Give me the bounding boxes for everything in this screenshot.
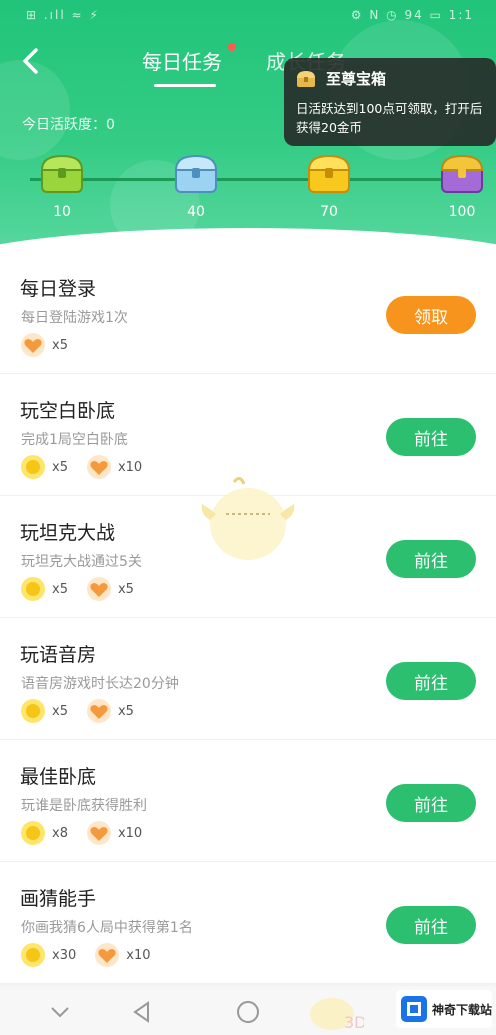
task-rewards: x30 x10 bbox=[20, 942, 151, 968]
activity-score: 今日活跃度：0 bbox=[22, 117, 115, 133]
task-title: 玩坦克大战 bbox=[20, 522, 116, 544]
task-item: 每日登录 每日登陆游戏1次 x5 领取 bbox=[0, 252, 496, 374]
progress-track bbox=[30, 178, 470, 181]
reward-count: x5 bbox=[52, 703, 68, 719]
chest-icon bbox=[297, 70, 315, 87]
goto-button[interactable]: 前往 bbox=[386, 906, 476, 944]
task-rewards: x5 x10 bbox=[20, 454, 142, 480]
task-item: 最佳卧底 玩谁是卧底获得胜利 x8 x10 前往 bbox=[0, 740, 496, 862]
reward-count: x30 bbox=[52, 947, 77, 963]
milestone-label: 100 bbox=[448, 204, 476, 220]
milestone-label: 70 bbox=[320, 204, 338, 220]
reward-item: x5 bbox=[86, 698, 134, 724]
tab-active-indicator bbox=[154, 84, 216, 87]
task-description: 每日登陆游戏1次 bbox=[21, 310, 128, 326]
task-rewards: x8 x10 bbox=[20, 820, 142, 846]
header-banner: ⊞ .ıll ≈ ⚡ ⚙ N ◷ 94 ▭ 1:1 每日任务 成长任务 今日活跃… bbox=[0, 0, 496, 260]
task-title: 玩空白卧底 bbox=[20, 400, 116, 422]
heart-icon bbox=[86, 577, 111, 601]
claim-button[interactable]: 领取 bbox=[386, 296, 476, 334]
reward-item: x8 bbox=[20, 820, 68, 846]
mascot-watermark-icon bbox=[201, 477, 295, 560]
heart-icon bbox=[86, 821, 111, 845]
back-arrow-icon bbox=[23, 48, 38, 74]
goto-button[interactable]: 前往 bbox=[386, 784, 476, 822]
task-rewards: x5 x5 bbox=[20, 698, 134, 724]
green-chest-icon[interactable] bbox=[38, 152, 86, 196]
task-item: 玩语音房 语音房游戏时长达20分钟 x5 x5 前往 bbox=[0, 618, 496, 740]
coin-icon bbox=[21, 577, 45, 601]
blue-chest-icon[interactable] bbox=[172, 152, 220, 196]
tab-daily-tasks[interactable]: 每日任务 bbox=[142, 46, 222, 75]
milestone-label: 10 bbox=[53, 204, 71, 220]
task-rewards: x5 bbox=[20, 332, 68, 358]
task-title: 最佳卧底 bbox=[20, 766, 97, 788]
reward-item: x5 bbox=[20, 332, 68, 358]
heart-icon bbox=[95, 943, 120, 967]
reward-count: x5 bbox=[117, 581, 134, 597]
goto-button[interactable]: 前往 bbox=[386, 662, 476, 700]
reward-count: x5 bbox=[52, 581, 68, 597]
watermark-text: 神奇下载站 bbox=[432, 1002, 493, 1017]
task-item: 画猜能手 你画我猜6人局中获得第1名 x30 x10 前往 bbox=[0, 862, 496, 984]
reward-count: x5 bbox=[52, 337, 68, 353]
goto-button[interactable]: 前往 bbox=[386, 418, 476, 456]
reward-item: x30 bbox=[20, 942, 76, 968]
reward-count: x8 bbox=[52, 825, 68, 841]
home-circle-icon[interactable] bbox=[234, 998, 262, 1026]
coin-icon bbox=[21, 455, 45, 479]
task-description: 完成1局空白卧底 bbox=[21, 432, 128, 448]
goto-button[interactable]: 前往 bbox=[386, 540, 476, 578]
reward-item: x5 bbox=[20, 698, 68, 724]
reward-item: x5 bbox=[20, 576, 68, 602]
back-button[interactable] bbox=[14, 44, 46, 78]
coin-icon bbox=[21, 943, 45, 967]
svg-text:3D: 3D bbox=[344, 1013, 364, 1032]
tooltip-title: 至尊宝箱 bbox=[326, 70, 387, 88]
reward-item: x10 bbox=[86, 454, 142, 480]
coin-icon bbox=[21, 821, 45, 845]
reward-item: x5 bbox=[20, 454, 68, 480]
mascot-small-icon: 3D bbox=[310, 998, 364, 1032]
task-description: 玩坦克大战通过5关 bbox=[21, 554, 142, 570]
task-title: 玩语音房 bbox=[20, 644, 97, 666]
gold-chest-icon[interactable] bbox=[305, 152, 353, 196]
task-title: 画猜能手 bbox=[20, 888, 97, 910]
purple-chest-icon[interactable] bbox=[438, 152, 486, 196]
task-rewards: x5 x5 bbox=[20, 576, 134, 602]
task-description: 语音房游戏时长达20分钟 bbox=[21, 676, 179, 692]
notification-dot bbox=[228, 43, 236, 51]
heart-icon bbox=[21, 333, 45, 357]
task-title: 每日登录 bbox=[20, 278, 97, 300]
tooltip-header: 至尊宝箱 bbox=[296, 68, 484, 89]
status-right: ⚙ N ◷ 94 ▭ 1:1 bbox=[350, 8, 474, 22]
reward-count: x10 bbox=[126, 947, 151, 963]
reward-count: x10 bbox=[117, 459, 143, 475]
task-description: 玩谁是卧底获得胜利 bbox=[21, 798, 147, 814]
chevron-down-icon[interactable] bbox=[46, 998, 74, 1026]
site-logo-icon bbox=[401, 996, 427, 1022]
reward-count: x5 bbox=[52, 459, 68, 475]
coin-icon bbox=[21, 699, 45, 723]
reward-count: x5 bbox=[117, 703, 134, 719]
heart-icon bbox=[86, 455, 111, 479]
task-list: 每日登录 每日登陆游戏1次 x5 领取 玩空白卧底 完成1局空白卧底 x5 x1… bbox=[0, 252, 496, 984]
status-left: ⊞ .ıll ≈ ⚡ bbox=[26, 8, 100, 22]
task-description: 你画我猜6人局中获得第1名 bbox=[21, 920, 193, 936]
heart-icon bbox=[86, 699, 111, 723]
reward-item: x5 bbox=[86, 576, 134, 602]
site-watermark: 神奇下载站 bbox=[396, 990, 492, 1028]
chest-tooltip: 至尊宝箱 日活跃达到100点可领取，打开后获得20金币 bbox=[284, 58, 496, 146]
reward-item: x10 bbox=[94, 942, 151, 968]
status-bar: ⊞ .ıll ≈ ⚡ ⚙ N ◷ 94 ▭ 1:1 bbox=[0, 0, 496, 32]
back-triangle-icon[interactable] bbox=[128, 998, 156, 1026]
tooltip-description: 日活跃达到100点可领取，打开后获得20金币 bbox=[296, 101, 483, 135]
reward-count: x10 bbox=[117, 825, 143, 841]
reward-item: x10 bbox=[86, 820, 142, 846]
milestone-label: 40 bbox=[187, 204, 205, 220]
